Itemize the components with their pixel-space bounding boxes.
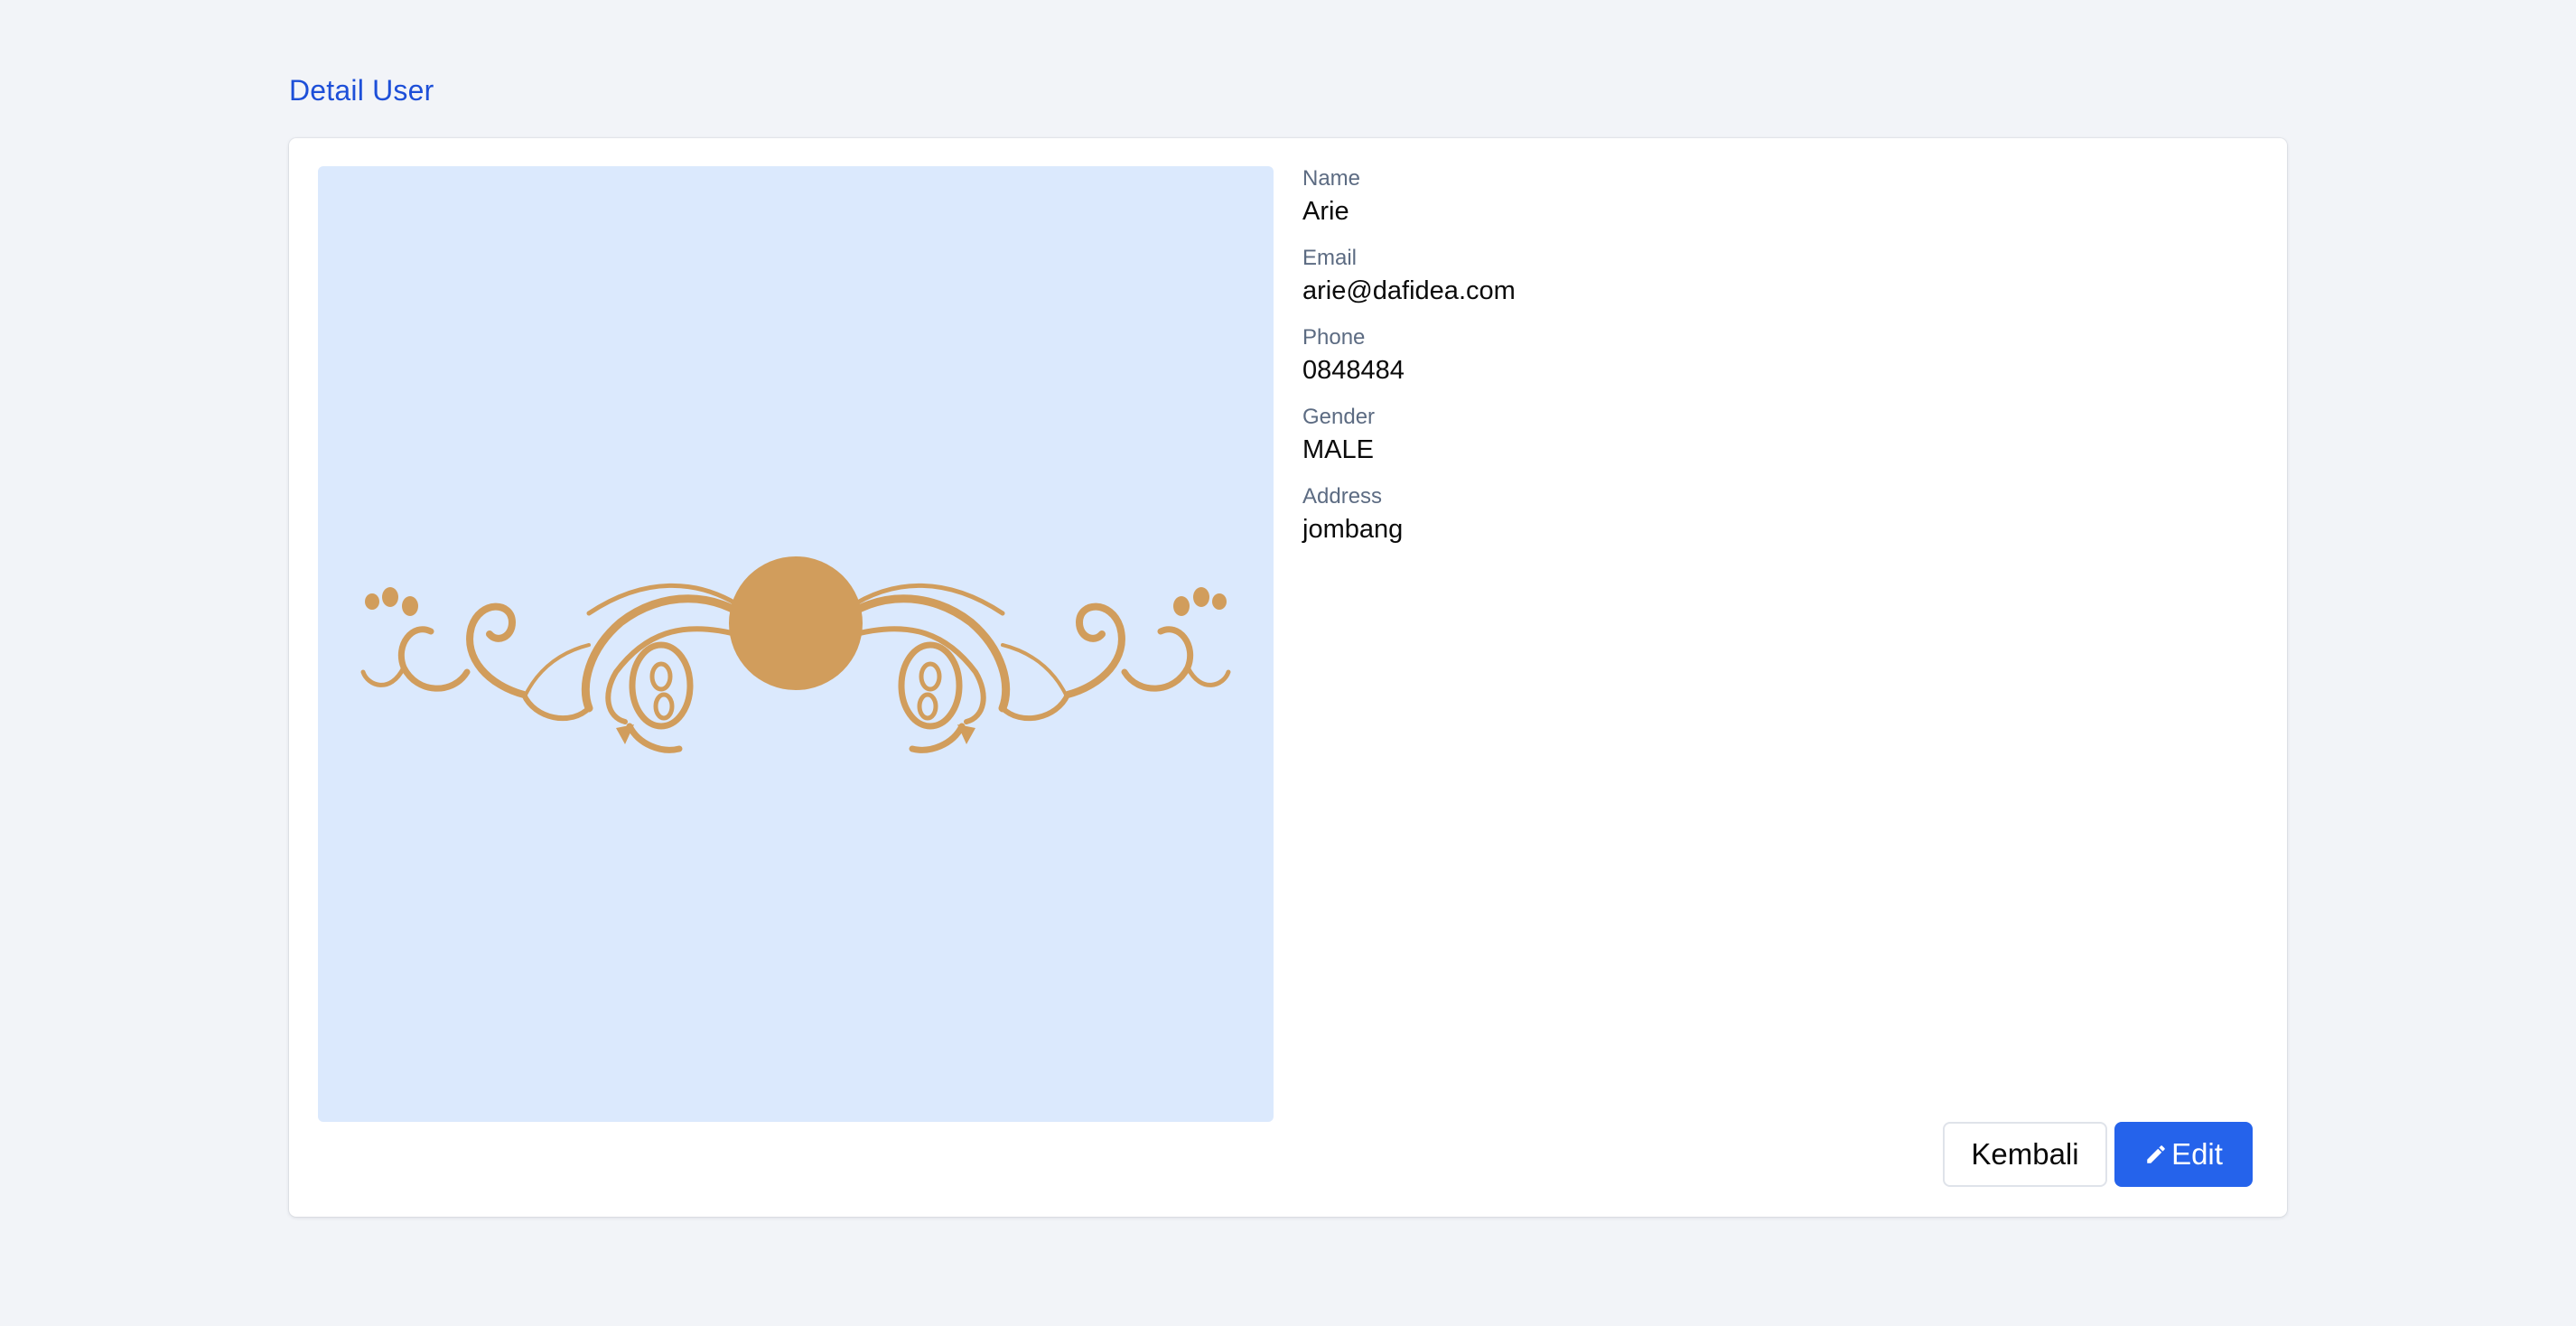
- edit-button-label: Edit: [2171, 1137, 2223, 1171]
- field-email: Email arie@dafidea.com: [1302, 245, 2206, 324]
- field-label: Address: [1302, 484, 1383, 509]
- field-label: Name: [1302, 166, 1361, 191]
- user-photo: [318, 166, 1274, 1122]
- page-title: Detail User: [289, 74, 434, 107]
- user-details: Name Arie Email arie@dafidea.com Phone 0…: [1302, 165, 2206, 563]
- pencil-icon: [2144, 1143, 2168, 1166]
- field-value: Arie: [1302, 197, 1349, 226]
- ornament-image: [360, 556, 1231, 753]
- field-value: arie@dafidea.com: [1302, 276, 1516, 305]
- user-detail-card: Name Arie Email arie@dafidea.com Phone 0…: [289, 138, 2287, 1217]
- field-value: MALE: [1302, 435, 1374, 464]
- edit-button[interactable]: Edit: [2114, 1122, 2253, 1187]
- field-address: Address jombang: [1302, 483, 2206, 563]
- field-value: 0848484: [1302, 356, 1405, 385]
- field-label: Gender: [1302, 405, 1376, 429]
- field-phone: Phone 0848484: [1302, 324, 2206, 404]
- field-gender: Gender MALE: [1302, 404, 2206, 483]
- back-button-label: Kembali: [1971, 1137, 2079, 1171]
- field-label: Email: [1302, 246, 1358, 270]
- field-label: Phone: [1302, 325, 1366, 350]
- field-value: jombang: [1302, 515, 1404, 544]
- field-name: Name Arie: [1302, 165, 2206, 245]
- back-button[interactable]: Kembali: [1943, 1122, 2107, 1187]
